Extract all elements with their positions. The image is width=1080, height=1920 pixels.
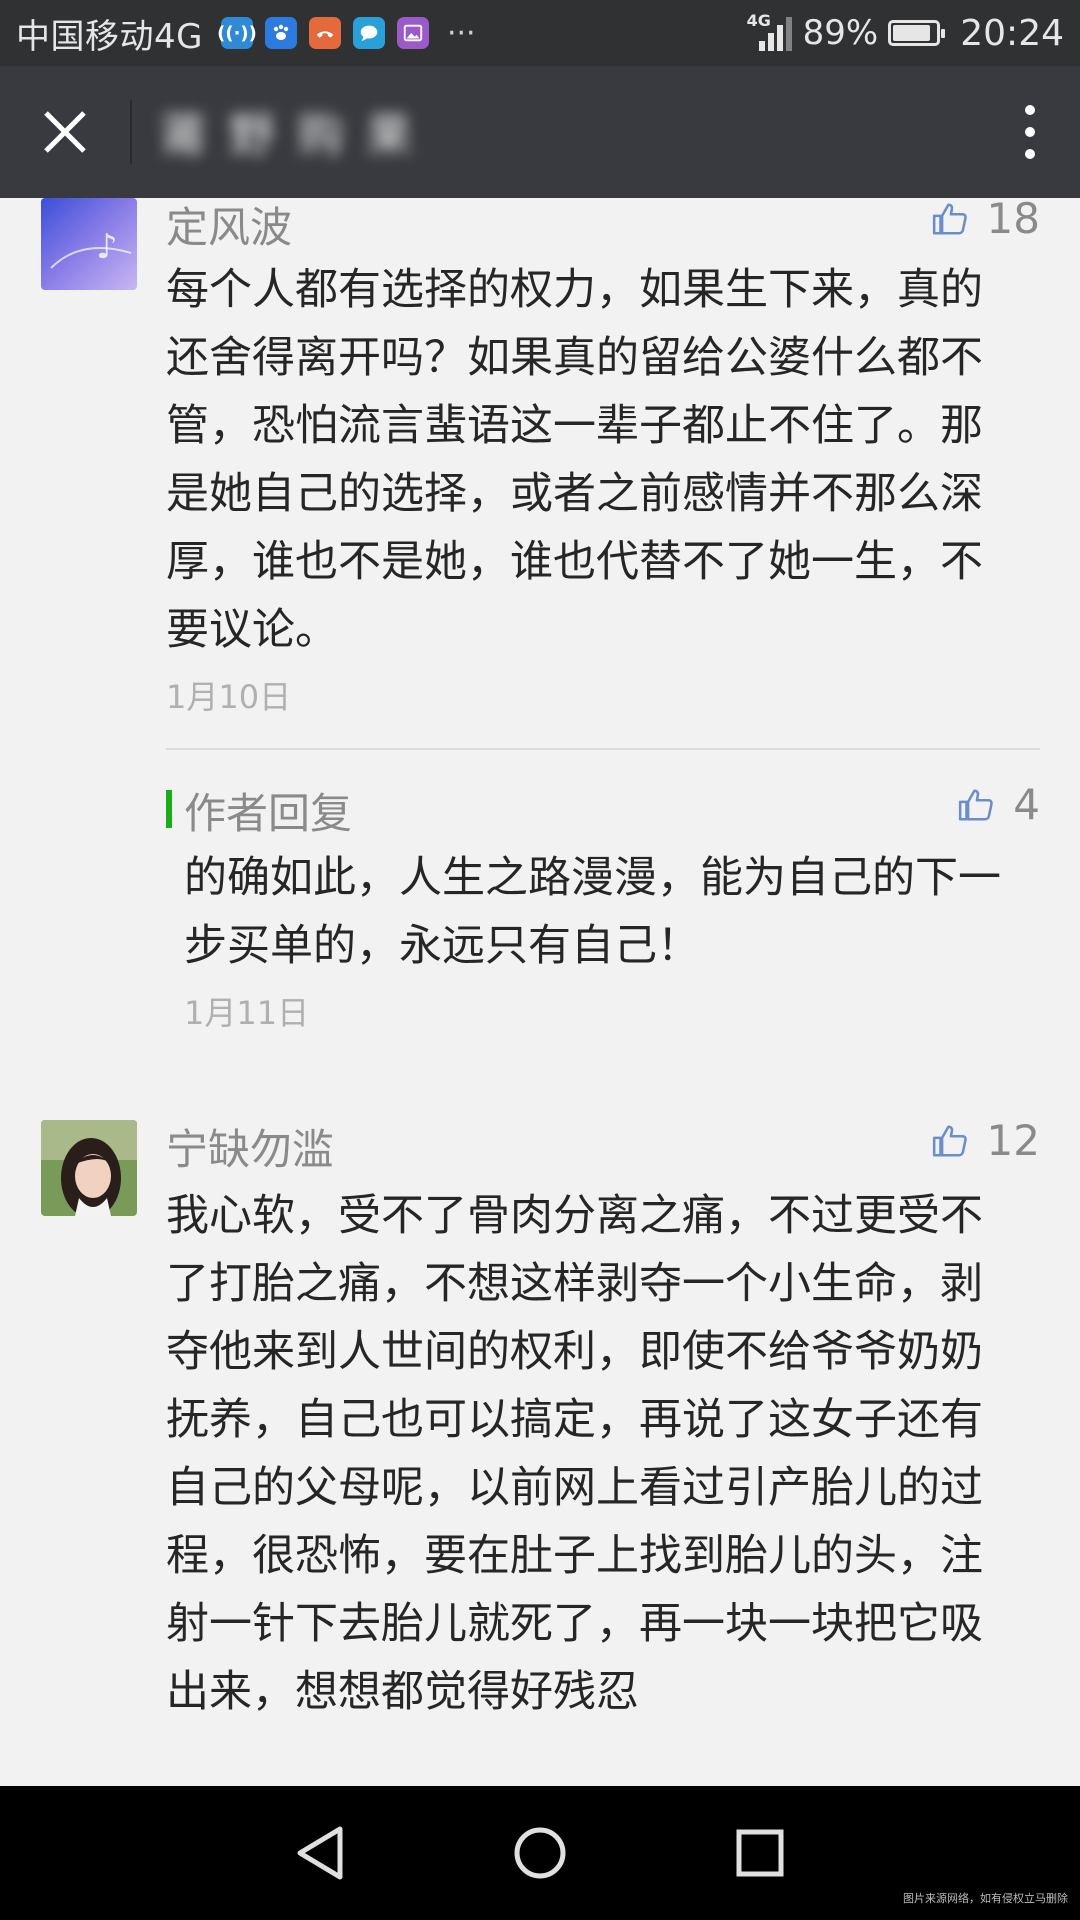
- battery-percent: 89%: [802, 13, 879, 53]
- reply-like-count: 4: [1013, 780, 1040, 829]
- reply-divider: [166, 748, 1040, 750]
- close-icon: [44, 111, 86, 153]
- carrier-label: 中国移动4G: [16, 16, 203, 57]
- network-type-label: 4G: [746, 11, 771, 30]
- nav-divider: [130, 100, 132, 164]
- avatar[interactable]: ♪: [41, 198, 137, 290]
- message-icon: [352, 17, 385, 49]
- home-circle-icon: [514, 1827, 566, 1879]
- close-button[interactable]: [0, 66, 130, 198]
- more-vertical-icon: [1025, 105, 1035, 159]
- like-button[interactable]: 12: [931, 1116, 1040, 1165]
- missed-call-icon: [308, 17, 341, 49]
- back-triangle-icon: [297, 1826, 343, 1880]
- status-bar: 中国移动4G ((·)) ··· 4G 89% 20:24: [0, 0, 1080, 66]
- system-nav-bar: 图片来源网络，如有侵权立马删除: [0, 1786, 1080, 1920]
- thumbs-up-icon: [932, 202, 967, 235]
- comment-author[interactable]: 宁缺勿滥: [166, 1116, 334, 1177]
- like-count: 18: [986, 198, 1040, 243]
- more-options-button[interactable]: [980, 66, 1080, 198]
- nav-bar: 莆 野 购 果: [0, 66, 1080, 198]
- recents-button[interactable]: [720, 1818, 800, 1888]
- recents-square-icon: [736, 1829, 784, 1877]
- reply-text: 的确如此，人生之路漫漫，能为自己的下一步买单的，永远只有自己！: [184, 853, 1001, 971]
- comment-list[interactable]: ♪ 定风波 18 每个人都有选择的权力，如果生下来，真的还舍得离开吗？如果真的留…: [0, 198, 1080, 1786]
- comment-text: 我心软，受不了骨肉分离之痛，不过更受不了打胎之痛，不想这样剥夺一个小生命，剥夺他…: [166, 1191, 983, 1717]
- comment-text: 每个人都有选择的权力，如果生下来，真的还舍得离开吗？如果真的留给公婆什么都不管，…: [166, 265, 983, 655]
- comment-author[interactable]: 定风波: [166, 198, 292, 255]
- like-button[interactable]: 18: [931, 198, 1040, 243]
- thumbs-up-icon: [959, 788, 994, 821]
- more-notifications-icon: ···: [446, 15, 476, 51]
- reply-accent-bar: [166, 790, 172, 828]
- comment-date: 1月10日: [166, 678, 292, 716]
- reply-label: 作者回复: [184, 789, 353, 838]
- reply-date: 1月11日: [184, 994, 310, 1032]
- battery-icon: [888, 20, 946, 46]
- gallery-icon: [396, 17, 429, 49]
- clock: 20:24: [960, 12, 1064, 54]
- back-button[interactable]: [280, 1818, 360, 1888]
- page-title: 莆 野 购 果: [160, 108, 416, 162]
- wifi-hotspot-icon: ((·)): [217, 17, 257, 49]
- baidu-paw-icon: [264, 17, 297, 49]
- like-count: 12: [986, 1116, 1040, 1165]
- svg-text:♪: ♪: [96, 227, 118, 267]
- home-button[interactable]: [500, 1818, 580, 1888]
- notification-icons: ((·)) ···: [217, 15, 476, 51]
- signal-strength-icon: 4G: [745, 11, 793, 53]
- reply-like-button[interactable]: 4: [957, 780, 1040, 829]
- battery-fill: [893, 25, 931, 41]
- thumbs-up-icon: [932, 1124, 967, 1157]
- watermark-text: 图片来源网络，如有侵权立马删除: [903, 1892, 1068, 1905]
- avatar[interactable]: [41, 1120, 137, 1216]
